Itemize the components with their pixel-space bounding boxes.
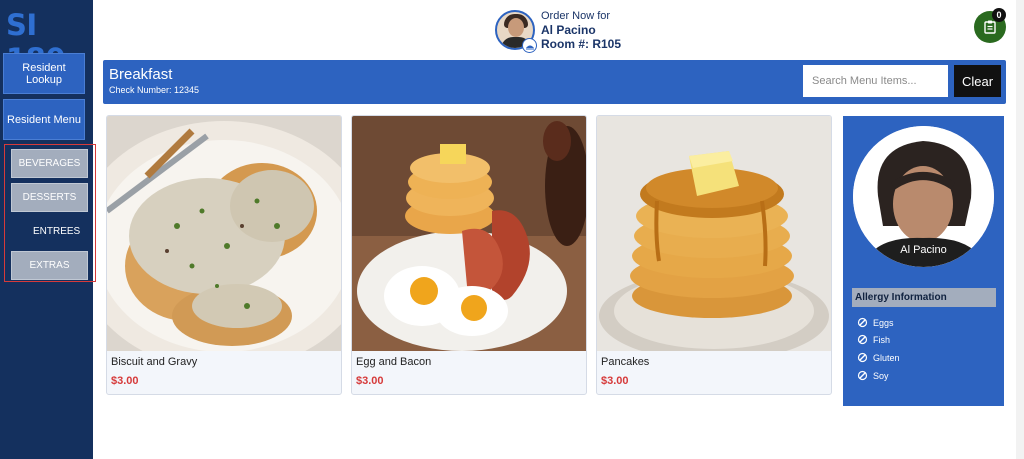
menu-item-card[interactable]: Biscuit and Gravy $3.00 bbox=[106, 115, 342, 395]
food-image bbox=[352, 116, 586, 351]
category-extras[interactable]: EXTRAS bbox=[11, 251, 88, 280]
sidebar: SI 180 Resident Lookup Resident Menu BEV… bbox=[0, 0, 96, 459]
clear-button[interactable]: Clear bbox=[954, 65, 1001, 97]
profile-name: Al Pacino bbox=[900, 244, 947, 256]
category-desserts[interactable]: DESSERTS bbox=[11, 183, 88, 212]
item-name: Egg and Bacon bbox=[356, 356, 432, 368]
clipboard-icon bbox=[984, 20, 996, 34]
resident-name: Al Pacino bbox=[541, 23, 596, 37]
no-allergen-icon bbox=[857, 352, 868, 363]
allergy-gluten: Gluten bbox=[873, 352, 900, 363]
no-allergen-icon bbox=[857, 317, 868, 328]
menu-header-bar: Breakfast Check Number: 12345 Clear bbox=[103, 60, 1006, 104]
cart-count-badge: 0 bbox=[992, 8, 1006, 22]
allergy-item: Eggs bbox=[857, 317, 894, 328]
resident-lookup-button[interactable]: Resident Lookup bbox=[3, 53, 85, 94]
allergy-item: Gluten bbox=[857, 352, 900, 363]
allergy-fish: Fish bbox=[873, 334, 891, 345]
allergy-soy: Soy bbox=[873, 370, 889, 381]
no-allergen-icon bbox=[857, 334, 868, 345]
allergy-item: Fish bbox=[857, 334, 890, 345]
allergy-item: Soy bbox=[857, 370, 889, 381]
room-number: Room #: R105 bbox=[541, 37, 622, 51]
item-price: $3.00 bbox=[356, 375, 384, 387]
no-allergen-icon bbox=[857, 370, 868, 381]
check-number: Check Number: 12345 bbox=[109, 85, 200, 95]
category-list: BEVERAGES DESSERTS ENTREES EXTRAS bbox=[4, 144, 96, 282]
menu-item-card[interactable]: Pancakes $3.00 bbox=[596, 115, 832, 395]
allergy-eggs: Eggs bbox=[873, 317, 894, 328]
search-input[interactable] bbox=[803, 65, 948, 97]
food-image bbox=[597, 116, 831, 351]
allergy-heading: Allergy Information bbox=[852, 288, 996, 307]
category-entrees[interactable]: ENTREES bbox=[33, 217, 110, 246]
resident-profile-panel: Al Pacino Allergy Information Eggs Fish … bbox=[843, 116, 1004, 406]
item-name: Biscuit and Gravy bbox=[111, 356, 198, 368]
item-price: $3.00 bbox=[111, 375, 139, 387]
resident-photo: Al Pacino bbox=[853, 126, 994, 267]
food-image bbox=[107, 116, 341, 351]
item-price: $3.00 bbox=[601, 375, 629, 387]
meal-badge-icon bbox=[522, 38, 537, 53]
scrollbar[interactable] bbox=[1016, 0, 1024, 459]
order-now-label: Order Now for bbox=[541, 10, 611, 22]
menu-item-card[interactable]: Egg and Bacon $3.00 bbox=[351, 115, 587, 395]
item-name: Pancakes bbox=[601, 356, 650, 368]
category-beverages[interactable]: BEVERAGES bbox=[11, 149, 88, 178]
resident-menu-button[interactable]: Resident Menu bbox=[3, 99, 85, 140]
meal-title: Breakfast bbox=[109, 66, 173, 83]
